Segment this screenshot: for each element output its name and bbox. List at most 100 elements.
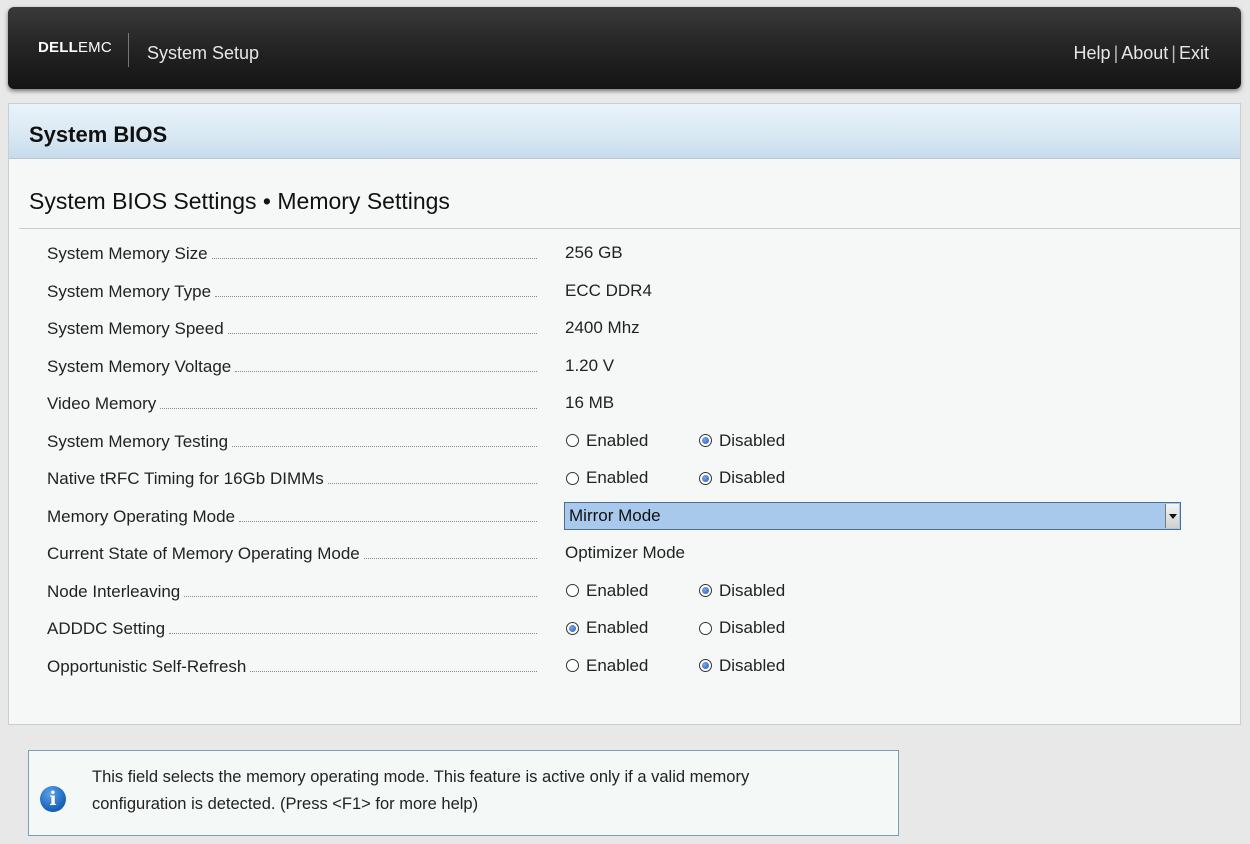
help-box: i This field selects the memory operatin… [28, 750, 899, 836]
dot-leader [250, 670, 537, 672]
setting-value: Optimizer Mode [565, 543, 685, 562]
panel-title: System BIOS [9, 104, 1240, 159]
setting-value: 2400 Mhz [565, 318, 640, 337]
setting-label: Native tRFC Timing for 16Gb DIMMs [47, 469, 324, 488]
radio-label: Disabled [719, 618, 786, 637]
radio-label: Enabled [586, 655, 649, 675]
radio-option-disabled[interactable]: Disabled [699, 617, 785, 639]
dot-leader [227, 333, 537, 334]
help-text: This field selects the memory operating … [92, 764, 892, 818]
setting-row: Native tRFC Timing for 16Gb DIMMs Enabled… [47, 466, 1227, 490]
setting-label: ADDDC Setting [47, 619, 166, 638]
dot-leader [235, 370, 537, 372]
setting-value: 16 MB [565, 393, 615, 412]
link-separator: | [1171, 43, 1176, 63]
radio-label: Disabled [719, 655, 786, 675]
radio-unselected-icon[interactable] [699, 621, 712, 635]
section-title: System BIOS Settings • Memory Settings [29, 188, 450, 214]
help-link[interactable]: Help [1074, 43, 1111, 63]
dropdown-arrow-icon[interactable] [1165, 503, 1179, 528]
setting-value: ECC DDR4 [565, 280, 652, 300]
radio-selected-icon[interactable] [566, 621, 579, 635]
radio-unselected-icon[interactable] [566, 434, 579, 447]
setting-label-wrap: Node Interleaving [47, 579, 537, 603]
setting-label-wrap: Opportunistic Self-Refresh [47, 654, 537, 678]
radio-option-enabled[interactable]: Enabled [566, 617, 648, 639]
radio-label: Disabled [719, 430, 786, 450]
radio-option-enabled[interactable]: Enabled [566, 467, 648, 489]
setting-row: Video Memory 16 MB [47, 391, 1227, 415]
radio-label: Disabled [719, 580, 786, 600]
dot-leader [215, 295, 537, 297]
setting-label: Memory Operating Mode [47, 506, 236, 526]
setting-label-wrap: ADDDC Setting [47, 616, 537, 640]
setting-row: Current State of Memory Operating Mode Op… [47, 541, 1227, 565]
setting-label: Opportunistic Self-Refresh [47, 656, 247, 676]
app-title: System Setup [147, 43, 260, 63]
setting-row: ADDDC Setting Enabled Disabled [47, 616, 1227, 640]
dot-leader [363, 558, 537, 559]
setting-label-wrap: Current State of Memory Operating Mode [47, 541, 537, 565]
setting-label: System Memory Speed [47, 319, 224, 338]
dot-leader [184, 595, 537, 597]
radio-selected-icon[interactable] [699, 584, 712, 597]
dell-emc-logo: DELLEMC [38, 39, 112, 56]
setting-row: Memory Operating Mode Mirror Mode [47, 501, 1227, 530]
setting-label: Current State of Memory Operating Mode [47, 544, 360, 563]
radio-selected-icon[interactable] [699, 434, 712, 447]
dot-leader [327, 483, 537, 484]
setting-row: System Memory Testing Enabled Disabled [47, 429, 1227, 453]
dot-leader [211, 258, 537, 259]
exit-link[interactable]: Exit [1179, 43, 1209, 63]
setting-label-wrap: Native tRFC Timing for 16Gb DIMMs [47, 466, 537, 490]
section-divider [19, 228, 1241, 229]
select-value: Mirror Mode [569, 505, 661, 525]
dot-leader [239, 520, 537, 522]
radio-option-disabled[interactable]: Disabled [699, 580, 785, 602]
dot-leader [169, 633, 537, 634]
top-links: Help | About | Exit [1074, 43, 1209, 64]
link-separator: | [1113, 43, 1119, 63]
setting-row: System Memory Voltage 1.20 V [47, 354, 1227, 378]
setting-label-wrap: Memory Operating Mode [47, 504, 537, 528]
settings-panel: System BIOS System BIOS Settings • Memor… [8, 103, 1241, 725]
setting-label-wrap: System Memory Size [47, 241, 537, 265]
setting-label: System Memory Testing [47, 431, 229, 451]
radio-option-disabled[interactable]: Disabled [699, 430, 785, 452]
setting-value: 1.20 V [565, 355, 615, 375]
setting-row: Node Interleaving Enabled Disabled [47, 579, 1227, 603]
setting-label-wrap: System Memory Type [47, 279, 537, 303]
setting-label-wrap: System Memory Speed [47, 316, 537, 340]
setting-row: System Memory Size 256 GB [47, 241, 1227, 265]
setting-label: Video Memory [47, 394, 157, 413]
help-text-line: configuration is detected. (Press <F1> f… [92, 795, 479, 813]
radio-selected-icon[interactable] [699, 471, 712, 485]
radio-option-enabled[interactable]: Enabled [566, 655, 648, 677]
setting-label: System Memory Voltage [47, 356, 232, 376]
radio-option-enabled[interactable]: Enabled [566, 580, 648, 602]
about-link[interactable]: About [1121, 43, 1168, 63]
setting-row: System Memory Speed 2400 Mhz [47, 316, 1227, 340]
radio-unselected-icon[interactable] [566, 584, 579, 597]
radio-selected-icon[interactable] [699, 659, 712, 672]
setting-label-wrap: Video Memory [47, 391, 537, 415]
info-icon: i [40, 786, 66, 812]
radio-unselected-icon[interactable] [566, 659, 579, 672]
radio-option-enabled[interactable]: Enabled [566, 430, 648, 452]
radio-option-disabled[interactable]: Disabled [699, 467, 785, 489]
dot-leader [160, 408, 537, 409]
setting-label: Node Interleaving [47, 581, 181, 601]
radio-label: Enabled [586, 618, 649, 637]
radio-option-disabled[interactable]: Disabled [699, 655, 785, 677]
dot-leader [232, 445, 537, 447]
setting-row: Opportunistic Self-Refresh Enabled Disable… [47, 654, 1227, 678]
radio-label: Disabled [719, 468, 786, 487]
help-text-line: This field selects the memory operating … [92, 768, 750, 786]
brand-divider [128, 33, 129, 67]
setting-label-wrap: System Memory Voltage [47, 354, 537, 378]
radio-unselected-icon[interactable] [566, 471, 579, 485]
top-bar: DELLEMC System Setup Help | About | Exit [8, 7, 1241, 89]
setting-label: System Memory Size [47, 244, 208, 263]
radio-label: Enabled [586, 430, 649, 450]
memory-mode-select[interactable]: Mirror Mode [564, 501, 1181, 530]
